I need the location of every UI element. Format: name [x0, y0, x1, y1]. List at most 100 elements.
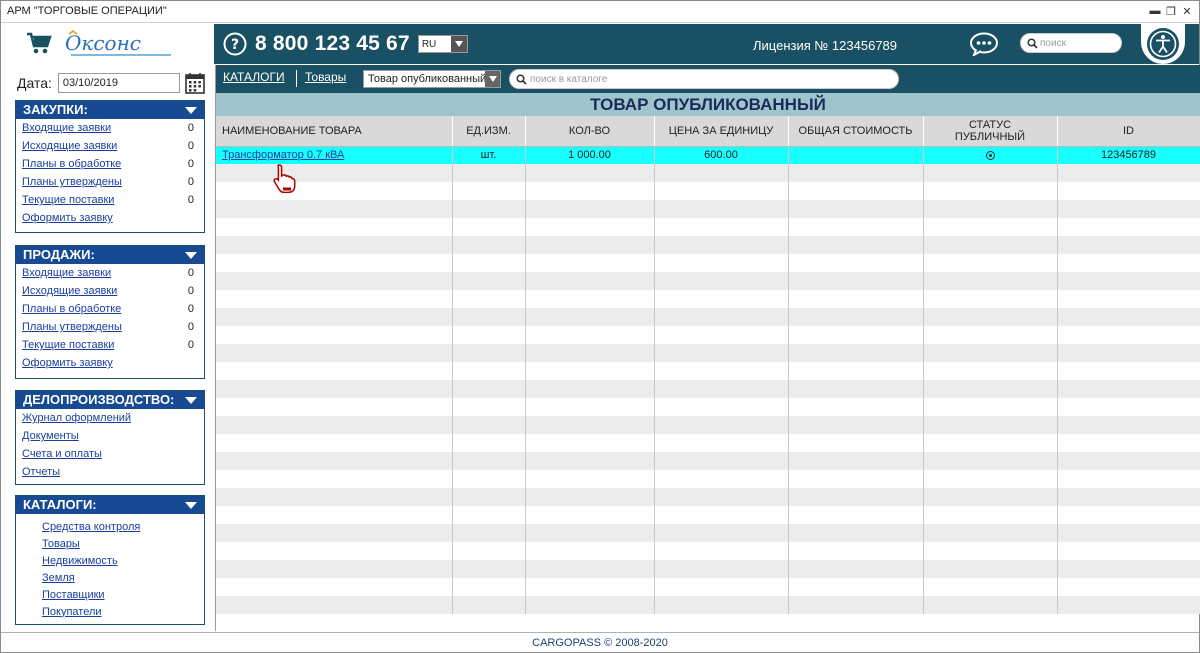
breadcrumb-goods[interactable]: Товары — [305, 70, 346, 84]
status-radio-icon[interactable] — [985, 150, 995, 160]
catalog-item-buyers[interactable]: Покупатели — [16, 603, 204, 620]
sales-item-current-deliveries[interactable]: Текущие поставки 0 — [16, 336, 204, 354]
sales-item-count: 0 — [187, 339, 194, 351]
purchases-item-label[interactable]: Планы в обработке — [22, 158, 121, 170]
catalog-item-label[interactable]: Недвижимость — [42, 555, 118, 567]
search-icon — [516, 74, 527, 85]
empty-cell — [923, 380, 1058, 398]
empty-cell — [923, 200, 1058, 218]
date-field[interactable]: 03/10/2019 — [57, 73, 180, 93]
maximize-icon[interactable]: ❐ — [1165, 4, 1177, 18]
records-item-label[interactable]: Документы — [22, 430, 79, 442]
table-row[interactable]: Трансформатор 0.7 кВА шт. 1 000.00 600.0… — [216, 146, 1200, 164]
table-row-empty — [216, 272, 1200, 290]
catalog-item-goods[interactable]: Товары — [16, 535, 204, 552]
empty-cell — [654, 380, 789, 398]
chevron-down-icon[interactable] — [485, 71, 500, 87]
close-icon[interactable]: ✕ — [1181, 4, 1193, 18]
purchases-item-plans-approved[interactable]: Планы утверждены 0 — [16, 173, 204, 191]
sales-item-label[interactable]: Оформить заявку — [22, 357, 113, 369]
purchases-item-label[interactable]: Входящие заявки — [22, 122, 111, 134]
chevron-down-icon[interactable] — [185, 107, 197, 114]
table-row-empty — [216, 506, 1200, 524]
empty-cell — [1057, 164, 1200, 182]
sales-item-label[interactable]: Входящие заявки — [22, 267, 111, 279]
sales-item-label[interactable]: Исходящие заявки — [22, 285, 117, 297]
catalog-item-land[interactable]: Земля — [16, 569, 204, 586]
cart-icon[interactable] — [26, 31, 52, 55]
help-icon[interactable]: ? — [223, 32, 247, 56]
cell-status[interactable] — [923, 146, 1058, 164]
sales-item-label[interactable]: Текущие поставки — [22, 339, 114, 351]
chevron-down-icon[interactable] — [185, 397, 197, 404]
sales-item-label[interactable]: Планы утверждены — [22, 321, 122, 333]
records-item-label[interactable]: Журнал оформлений — [22, 412, 131, 424]
records-header[interactable]: ДЕЛОПРОИЗВОДСТВО: — [16, 391, 204, 409]
header-search-input[interactable]: поиск — [1020, 33, 1122, 53]
purchases-item-label[interactable]: Текущие поставки — [22, 194, 114, 206]
empty-cell — [452, 434, 526, 452]
sales-header[interactable]: ПРОДАЖИ: — [16, 246, 204, 264]
records-item-journal[interactable]: Журнал оформлений — [16, 409, 204, 427]
records-item-reports[interactable]: Отчеты — [16, 463, 204, 481]
sales-item-create-request[interactable]: Оформить заявку — [16, 354, 204, 372]
status-filter-select[interactable]: Товар опубликованный — [363, 70, 501, 88]
col-header-unit[interactable]: ЕД.ИЗМ. — [452, 116, 526, 147]
sales-item-incoming[interactable]: Входящие заявки 0 — [16, 264, 204, 282]
calendar-icon[interactable] — [185, 72, 205, 94]
sales-item-plans-processing[interactable]: Планы в обработке 0 — [16, 300, 204, 318]
catalog-item-label[interactable]: Товары — [42, 538, 80, 550]
records-item-invoices[interactable]: Счета и оплаты — [16, 445, 204, 463]
minimize-icon[interactable]: ▬ — [1149, 4, 1161, 18]
purchases-item-label[interactable]: Исходящие заявки — [22, 140, 117, 152]
catalog-search-input[interactable]: поиск в каталоге — [509, 69, 899, 89]
chevron-down-icon[interactable] — [450, 36, 467, 52]
purchases-item-label[interactable]: Оформить заявку — [22, 212, 113, 224]
catalog-item-controls[interactable]: Средства контроля — [16, 518, 204, 535]
catalog-item-label[interactable]: Земля — [42, 572, 75, 584]
sales-item-plans-approved[interactable]: Планы утверждены 0 — [16, 318, 204, 336]
catalog-item-label[interactable]: Поставщики — [42, 589, 105, 601]
table-row-empty — [216, 182, 1200, 200]
catalog-item-label[interactable]: Средства контроля — [42, 521, 140, 533]
cell-unit: шт. — [452, 146, 526, 164]
catalog-item-realty[interactable]: Недвижимость — [16, 552, 204, 569]
chevron-down-icon[interactable] — [185, 252, 197, 259]
breadcrumb-catalogs[interactable]: КАТАЛОГИ — [223, 70, 285, 84]
empty-cell — [216, 236, 453, 254]
purchases-item-label[interactable]: Планы утверждены — [22, 176, 122, 188]
chevron-down-icon[interactable] — [185, 502, 197, 509]
empty-cell — [525, 308, 655, 326]
col-header-status[interactable]: СТАТУС ПУБЛИЧНЫЙ — [923, 116, 1058, 147]
purchases-item-current-deliveries[interactable]: Текущие поставки 0 — [16, 191, 204, 209]
empty-cell — [923, 362, 1058, 380]
records-item-label[interactable]: Отчеты — [22, 466, 60, 478]
col-header-id[interactable]: ID — [1057, 116, 1200, 147]
chat-icon[interactable] — [969, 32, 999, 56]
cell-name[interactable]: Трансформатор 0.7 кВА — [216, 146, 453, 164]
catalog-item-suppliers[interactable]: Поставщики — [16, 586, 204, 603]
table-row-empty — [216, 218, 1200, 236]
col-header-price[interactable]: ЦЕНА ЗА ЕДИНИЦУ — [654, 116, 789, 147]
purchases-header[interactable]: ЗАКУПКИ: — [16, 101, 204, 119]
language-select[interactable]: RU — [417, 35, 468, 53]
sales-item-label[interactable]: Планы в обработке — [22, 303, 121, 315]
purchases-item-incoming[interactable]: Входящие заявки 0 — [16, 119, 204, 137]
purchases-item-outgoing[interactable]: Исходящие заявки 0 — [16, 137, 204, 155]
records-item-label[interactable]: Счета и оплаты — [22, 448, 102, 460]
empty-cell — [654, 362, 789, 380]
purchases-item-create-request[interactable]: Оформить заявку — [16, 209, 204, 227]
col-header-qty[interactable]: КОЛ-ВО — [525, 116, 655, 147]
accessibility-button[interactable] — [1141, 24, 1185, 64]
product-link[interactable]: Трансформатор 0.7 кВА — [222, 149, 344, 161]
catalogs-header[interactable]: КАТАЛОГИ: — [16, 496, 204, 514]
col-header-name[interactable]: НАИМЕНОВАНИЕ ТОВАРА — [216, 116, 453, 147]
empty-cell — [216, 218, 453, 236]
catalog-item-label[interactable]: Покупатели — [42, 606, 102, 618]
records-item-documents[interactable]: Документы — [16, 427, 204, 445]
sales-title: ПРОДАЖИ: — [23, 247, 95, 262]
sales-item-outgoing[interactable]: Исходящие заявки 0 — [16, 282, 204, 300]
col-header-total[interactable]: ОБЩАЯ СТОИМОСТЬ — [788, 116, 924, 147]
empty-cell — [525, 452, 655, 470]
purchases-item-plans-processing[interactable]: Планы в обработке 0 — [16, 155, 204, 173]
